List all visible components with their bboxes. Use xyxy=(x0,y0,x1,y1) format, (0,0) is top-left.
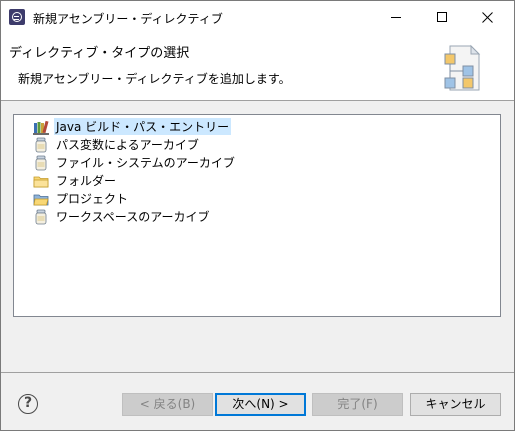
folder-icon xyxy=(33,176,49,187)
page-description: 新規アセンブリー・ディレクティブを追加します。 xyxy=(18,72,291,86)
tree-item-label: パス変数によるアーカイブ xyxy=(56,138,199,152)
next-button[interactable]: 次へ(N) > xyxy=(215,393,306,416)
cancel-button[interactable]: キャンセル xyxy=(410,393,501,416)
tree-item-label: プロジェクト xyxy=(56,192,129,206)
page-title: ディレクティブ・タイプの選択 xyxy=(9,46,190,61)
tree-item-variable-archive[interactable]: パス変数によるアーカイブ xyxy=(33,136,201,153)
close-button[interactable] xyxy=(465,1,511,34)
finish-button[interactable]: 完了(F) xyxy=(312,393,403,416)
tree-item-label: フォルダー xyxy=(56,174,117,188)
maximize-button[interactable] xyxy=(419,1,465,34)
project-icon xyxy=(33,194,49,205)
jar-icon xyxy=(35,209,47,224)
tree-item-java-build-path[interactable]: Java ビルド・パス・エントリー xyxy=(33,118,232,135)
tree-item-folder[interactable]: フォルダー xyxy=(33,172,118,189)
maximize-icon xyxy=(437,12,447,22)
help-icon[interactable]: ? xyxy=(18,394,38,414)
jar-icon xyxy=(35,155,47,170)
close-icon xyxy=(482,12,493,23)
back-button[interactable]: < 戻る(B) xyxy=(122,393,213,416)
tree-item-label: ワークスペースのアーカイブ xyxy=(56,210,210,224)
minimize-button[interactable] xyxy=(373,1,419,34)
tree-item-label: ファイル・システムのアーカイブ xyxy=(56,156,235,170)
footer-divider xyxy=(1,372,514,373)
wizard-banner-icon xyxy=(444,44,481,91)
tree-item-workspace-archive[interactable]: ワークスペースのアーカイブ xyxy=(33,208,211,225)
window-title: 新規アセンブリー・ディレクティブ xyxy=(33,12,223,26)
dialog-window: 新規アセンブリー・ディレクティブ ディレクティブ・タイプの選択 新規アセンブリー… xyxy=(0,0,515,431)
library-icon xyxy=(33,120,49,135)
title-bar[interactable]: 新規アセンブリー・ディレクティブ xyxy=(1,1,514,34)
tree-item-project[interactable]: プロジェクト xyxy=(33,190,130,207)
eclipse-app-icon xyxy=(9,9,25,25)
directive-type-tree[interactable]: Java ビルド・パス・エントリー パス変数によるアーカイブ ファイル・システム… xyxy=(13,114,501,317)
wizard-banner: ディレクティブ・タイプの選択 新規アセンブリー・ディレクティブを追加します。 xyxy=(1,34,514,101)
jar-icon xyxy=(35,137,47,152)
tree-item-filesystem-archive[interactable]: ファイル・システムのアーカイブ xyxy=(33,154,237,171)
minimize-icon xyxy=(391,17,401,18)
tree-item-label: Java ビルド・パス・エントリー xyxy=(54,118,232,135)
